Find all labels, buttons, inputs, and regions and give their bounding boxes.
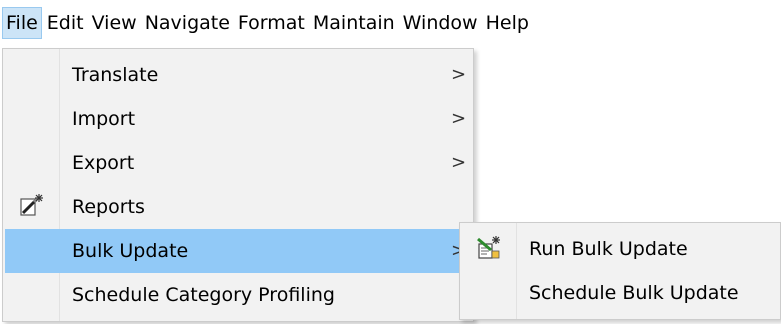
magic-wand-icon [19,193,45,219]
submenu-arrow-icon: > [451,108,467,129]
menu-bar: File Edit View Navigate Format Maintain … [0,0,781,46]
menu-navigate[interactable]: Navigate [142,7,233,39]
submenu-arrow-icon: > [451,64,467,85]
menu-maintain[interactable]: Maintain [310,7,398,39]
menu-item-label: Schedule Bulk Update [529,282,739,304]
menu-item-import[interactable]: Import > [5,97,471,141]
menu-item-label: Bulk Update [72,240,189,262]
file-menu-dropdown: Translate > Import > Export > Reports Bu… [2,48,474,322]
menu-file[interactable]: File [2,7,42,39]
menu-edit[interactable]: Edit [44,7,87,39]
menu-view[interactable]: View [89,7,140,39]
menu-item-run-bulk-update[interactable]: Run Bulk Update [462,227,778,271]
menu-item-bulk-update[interactable]: Bulk Update > [5,229,471,273]
menu-item-label: Schedule Category Profiling [72,284,335,306]
menu-item-reports[interactable]: Reports [5,185,471,229]
menu-item-label: Run Bulk Update [529,238,688,260]
menu-format[interactable]: Format [235,7,308,39]
menu-item-label: Export [72,152,135,174]
menu-help[interactable]: Help [483,7,532,39]
run-bulk-update-icon [476,235,502,261]
menu-item-label: Translate [72,64,159,86]
menu-item-label: Reports [72,196,145,218]
menu-item-translate[interactable]: Translate > [5,53,471,97]
submenu-arrow-icon: > [451,152,467,173]
menu-item-schedule-category-profiling[interactable]: Schedule Category Profiling [5,273,471,317]
menu-item-label: Import [72,108,136,130]
menu-item-export[interactable]: Export > [5,141,471,185]
menu-window[interactable]: Window [400,7,481,39]
bulk-update-submenu: Run Bulk Update Schedule Bulk Update [459,222,781,320]
menu-item-schedule-bulk-update[interactable]: Schedule Bulk Update [462,271,778,315]
